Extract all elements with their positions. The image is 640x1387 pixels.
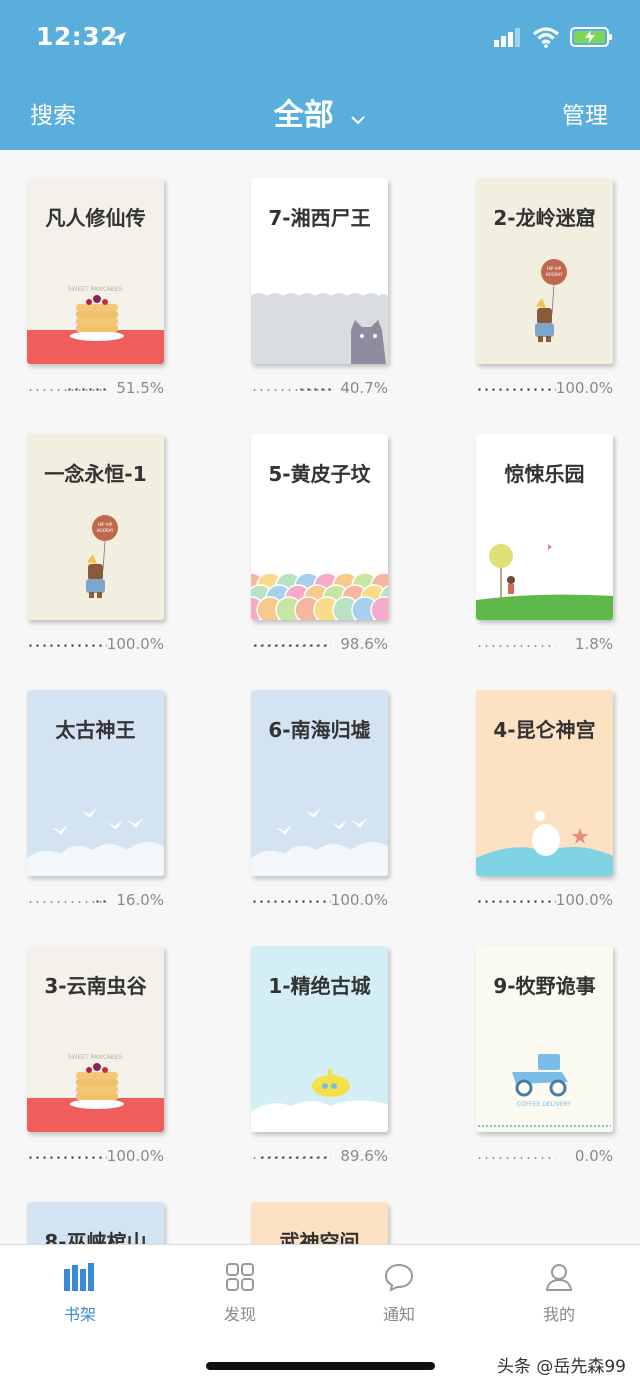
book-title: 5-黄皮子坟 [268,462,371,486]
reading-progress: 100.0% [476,891,613,909]
reading-progress: 100.0% [27,1147,164,1165]
progress-percent: 89.6% [340,1147,388,1165]
tab-notifications[interactable]: 通知 [349,1261,449,1325]
progress-percent: 1.8% [574,635,613,653]
book-cover[interactable]: HIP HIP HOORAY 一念永恒-1 [27,434,164,620]
reading-progress: 0.0% [476,1147,613,1165]
progress-percent: 51.5% [116,379,164,397]
progress-percent: 0.0% [574,1147,613,1165]
svg-text:SWEET PANCAKES: SWEET PANCAKES [68,286,123,293]
progress-dots-read [298,388,331,391]
reading-progress: 100.0% [251,891,388,909]
tab-bookshelf[interactable]: 书架 [30,1261,130,1325]
progress-dots-read [66,388,107,391]
progress-dots-read [555,644,556,647]
reading-progress: 1.8% [476,635,613,653]
svg-text:HOORAY: HOORAY [546,272,563,277]
progress-dots-read [252,644,331,647]
book-cover[interactable]: 武神空间 [251,1202,388,1244]
progress-dots [476,1157,556,1159]
reading-progress: 100.0% [476,379,613,397]
svg-text:HIP HIP: HIP HIP [98,522,113,527]
svg-text:HOORAY: HOORAY [97,528,114,533]
book-title: 1-精绝古城 [268,974,371,998]
home-indicator[interactable] [206,1362,435,1370]
book-title: 太古神王 [55,718,136,742]
book-cover[interactable]: HIP HIP HOORAY 2-龙岭迷窟 [476,178,613,364]
progress-dots-read [94,900,107,903]
tab-label: 发现 [223,1305,256,1324]
book-title: 4-昆仑神宫 [493,718,596,742]
progress-percent: 100.0% [330,891,388,909]
reading-progress: 40.7% [251,379,388,397]
page-title: 全部 [273,98,334,133]
book-title: 9-牧野诡事 [493,974,596,998]
book-title: 武神空间 [279,1230,360,1244]
tab-profile[interactable]: 我的 [509,1261,609,1325]
progress-dots-read [476,388,556,391]
chevron-down-icon [350,99,366,134]
book-cover[interactable]: COFFEE DELIVERY 9-牧野诡事 [476,946,613,1132]
progress-percent: 98.6% [340,635,388,653]
reading-progress: 51.5% [27,379,164,397]
reading-progress: 98.6% [251,635,388,653]
book-title: 7-湘西尸王 [268,206,371,230]
reading-progress: 89.6% [251,1147,388,1165]
bookshelf-icon [64,1263,94,1291]
book-cover[interactable]: 1-精绝古城 [251,946,388,1132]
progress-dots-read [27,1156,107,1159]
book-cover[interactable]: 7-湘西尸王 [251,178,388,364]
book-cover[interactable]: 6-南海归墟 [251,690,388,876]
progress-percent: 100.0% [555,379,613,397]
tab-label: 我的 [542,1305,575,1324]
reading-progress: 16.0% [27,891,164,909]
progress-dots-read [251,900,331,903]
progress-percent: 16.0% [116,891,164,909]
book-cover[interactable]: SWEET PANCAKES 凡人修仙传 [27,178,164,364]
progress-percent: 40.7% [340,379,388,397]
progress-percent: 100.0% [106,635,164,653]
book-title: 6-南海归墟 [268,718,371,742]
category-dropdown[interactable]: 全部 [0,90,640,134]
book-cover[interactable]: 惊悚乐园 [476,434,613,620]
book-cover[interactable]: SWEET PANCAKES 3-云南虫谷 [27,946,164,1132]
progress-dots-read [27,644,107,647]
book-title: 惊悚乐园 [504,462,585,486]
progress-dots-read [259,1156,331,1159]
status-time: 12:32 [36,22,119,51]
person-icon [545,1264,573,1291]
location-arrow-icon [112,32,126,46]
battery-icon [570,27,612,47]
tab-discover[interactable]: 发现 [190,1261,290,1325]
wifi-icon [532,27,560,48]
book-title: 3-云南虫谷 [44,974,147,998]
book-cover[interactable]: 4-昆仑神宫 [476,690,613,876]
book-cover[interactable]: 8-巫峡棺山 [27,1202,164,1244]
bookshelf-grid[interactable]: SWEET PANCAKES 凡人修仙传 51.5% 7-湘西尸王 40.7% … [0,150,640,1244]
reading-progress: 100.0% [27,635,164,653]
progress-percent: 100.0% [555,891,613,909]
progress-dots [476,645,556,647]
book-title: 凡人修仙传 [45,206,146,230]
book-title: 2-龙岭迷窟 [493,206,596,230]
book-cover[interactable]: 太古神王 [27,690,164,876]
watermark: 头条 @岳先森99 [496,1357,626,1377]
manage-button[interactable]: 管理 [562,96,608,130]
book-title: 8-巫峡棺山 [44,1230,147,1244]
grid-icon [226,1263,254,1291]
status-icons [494,26,614,48]
book-title: 一念永恒-1 [44,462,147,486]
top-header: 12:32 搜索 全部 管理 [0,0,640,150]
book-cover[interactable]: 5-黄皮子坟 [251,434,388,620]
svg-text:COFFEE DELIVERY: COFFEE DELIVERY [517,1101,572,1108]
signal-icon [494,28,520,47]
svg-text:HIP HIP: HIP HIP [547,266,562,271]
chat-bubble-icon [384,1263,414,1292]
svg-text:SWEET PANCAKES: SWEET PANCAKES [68,1054,123,1061]
tab-label: 书架 [63,1305,96,1324]
progress-dots-read [476,900,556,903]
tab-label: 通知 [382,1305,415,1324]
progress-percent: 100.0% [106,1147,164,1165]
